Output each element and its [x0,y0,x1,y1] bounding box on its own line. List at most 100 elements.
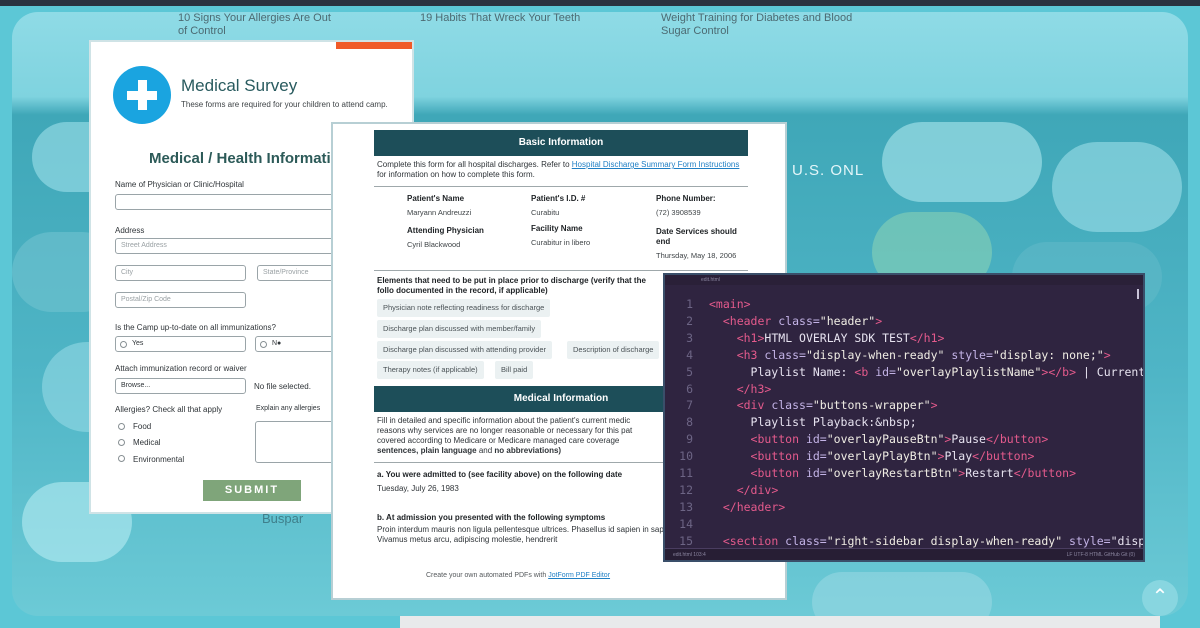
field-label: Attending Physician [407,226,484,235]
option-label: Medical [133,438,161,447]
text-cursor [1137,289,1139,299]
line-number: 1 [686,297,693,311]
pill-shape [882,122,1042,202]
allergies-label: Allergies? Check all that apply [115,405,223,414]
field-value: Cyril Blackwood [407,240,461,249]
attach-label: Attach immunization record or waiver [115,364,247,373]
code-line[interactable]: <h1>HTML OVERLAY SDK TEST</h1> [709,331,945,345]
environmental-checkbox[interactable] [118,455,125,462]
field-label: Facility Name [531,224,583,233]
field-value: (72) 3908539 [656,208,701,217]
file-status: No file selected. [254,382,311,391]
line-number: 3 [686,330,693,345]
code-line[interactable]: </h3> [709,382,772,396]
scroll-to-top-button[interactable]: ⌃ [1142,580,1178,616]
line-number-gutter: 1 2 3 4 5 6 7 8 9 10 11 12 13 14 15 [665,285,703,548]
explain-label: Explain any allergies [256,405,321,412]
checklist-item[interactable]: Discharge plan discussed with attending … [377,341,553,359]
line-number: 7 [686,398,693,413]
field-label: Patient's I.D. # [531,194,586,203]
symptoms-question: b. At admission you presented with the f… [377,513,606,522]
field-value: Curabitur in libero [531,238,591,247]
line-number: 8 [686,415,693,430]
ad-label: U.S. ONL [792,162,865,179]
medical-paragraph: Fill in detailed and specific informatio… [377,416,633,455]
line-number: 13 [679,499,693,514]
field-value: Maryann Andreuzzi [407,208,472,217]
code-line[interactable]: </header> [709,500,785,514]
line-number: 6 [686,381,693,396]
checklist-item[interactable]: Discharge plan discussed with member/fam… [377,320,542,338]
article-link[interactable]: Weight Training for Diabetes and Blood S… [661,12,861,62]
code-line[interactable]: </div> [709,483,779,497]
radio-button[interactable] [120,341,127,348]
code-line[interactable]: <main> [709,297,751,311]
line-number: 12 [679,482,693,497]
field-label: Phone Number: [656,194,716,203]
divider [374,270,748,271]
browse-button[interactable]: Browse... [115,378,246,394]
code-line[interactable]: Playlist Name: <b id="overlayPlaylistNam… [709,365,1143,379]
line-number: 9 [686,432,693,447]
intro-paragraph: Complete this form for all hospital disc… [377,160,740,179]
code-line[interactable]: <section class="right-sidebar display-wh… [709,534,1143,548]
chevron-up-icon: ⌃ [1151,586,1169,608]
pill-shape [1052,142,1182,232]
line-number: 4 [686,347,693,362]
checklist-item[interactable]: Physician note reflecting readiness for … [377,299,551,317]
jotform-link[interactable]: JotForm PDF Editor [548,572,610,579]
option-label: Environmental [133,455,185,464]
food-checkbox[interactable] [118,423,125,430]
status-left: edit.html 103:4 [673,552,706,558]
checklist-item[interactable]: Bill paid [495,361,534,379]
physician-label: Name of Physician or Clinic/Hospital [115,180,244,189]
code-line[interactable]: <h3 class="display-when-ready" style="di… [709,348,1111,362]
option-label: Food [133,422,152,431]
symptoms-answer: Proin interdum mauris non ligula pellent… [377,525,664,534]
code-line[interactable]: Playlist Playback:&nbsp; [709,415,917,429]
bottom-strip [400,616,1160,628]
basic-information-header: Basic Information [374,130,748,156]
field-label: Date Services should end [656,227,737,246]
symptoms-answer: Vivamus metus arcu, adipiscing molestie,… [377,535,558,544]
city-input[interactable]: City [115,265,246,281]
admission-question: a. You were admitted to (see facility ab… [377,470,623,479]
code-line[interactable]: <div class="buttons-wrapper"> [709,398,938,412]
address-label: Address [115,226,145,235]
editor-status-bar: edit.html 103:4 LF UTF-8 HTML GitHub Git… [665,548,1143,560]
field-label: Patient's Name [407,194,465,203]
form-subtitle: These forms are required for your childr… [181,100,388,109]
article-link[interactable]: 19 Habits That Wreck Your Teeth [420,12,590,62]
line-number: 15 [679,533,693,548]
code-editor-window: edit.html 1 2 3 4 5 6 7 8 9 10 11 12 13 14 15 <main> <… [663,273,1145,562]
medical-checkbox[interactable] [118,439,125,446]
code-line[interactable]: <button id="overlayRestartBtn">Restart</… [709,466,1076,480]
code-line[interactable]: <button id="overlayPauseBtn">Pause</butt… [709,432,1049,446]
line-number: 11 [679,466,693,480]
editor-tab-bar: edit.html [665,275,1143,285]
radio-button[interactable] [260,341,267,348]
code-line[interactable]: <header class="header"> [709,314,882,328]
checklist-item[interactable]: Description of discharge [567,341,660,359]
section-title: Medical / Health Informati [149,150,331,167]
checklist-item[interactable]: Therapy notes (if applicable) [377,361,484,379]
pdf-footer: Create your own automated PDFs with JotF… [426,572,611,579]
submit-button[interactable]: SUBMIT [203,480,301,501]
immunization-yes-option[interactable]: Yes [115,336,246,352]
elements-instructions: Elements that need to be put in place pr… [377,276,646,295]
immunization-question: Is the Camp up-to-date on all immunizati… [115,323,276,332]
code-line[interactable]: <button id="overlayPlayBtn">Play</button… [709,449,1035,463]
editor-tab[interactable]: edit.html [701,277,720,283]
instructions-link[interactable]: Hospital Discharge Summary Form Instruct… [572,160,740,169]
zip-input[interactable]: Postal/Zip Code [115,292,246,308]
field-value: Thursday, May 18, 2006 [656,251,737,260]
option-label: Yes [132,340,144,347]
admission-answer: Tuesday, July 26, 1983 [377,484,459,493]
divider [374,186,748,187]
medical-cross-icon [113,66,171,124]
line-number: 14 [679,516,693,531]
line-number: 2 [686,313,693,328]
accent-bar [336,42,412,49]
option-label: N● [272,340,282,347]
pill-shape [812,572,992,616]
